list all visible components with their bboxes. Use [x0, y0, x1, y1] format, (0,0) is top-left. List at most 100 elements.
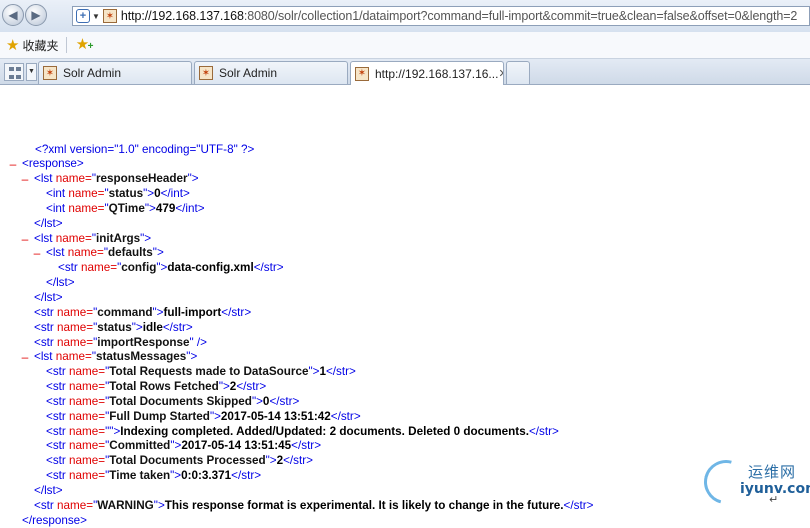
xml-line: <str name="Committed">2017-05-14 13:51:4…	[0, 439, 700, 454]
new-tab-button[interactable]	[506, 61, 530, 84]
tag-bracket: </	[175, 201, 186, 215]
tag-bracket: </	[34, 290, 45, 304]
url-text[interactable]: http://192.168.137.168:8080/solr/collect…	[121, 9, 797, 23]
collapse-toggle[interactable]: –	[20, 232, 30, 247]
tag-bracket: </	[34, 216, 45, 230]
attr-name: name=	[53, 498, 94, 512]
tag-bracket: <	[34, 498, 41, 512]
tab-bar: ▼ ✶ Solr Admin ✶ Solr Admin ✶ http://192…	[0, 59, 810, 85]
tab-solr-admin-1[interactable]: ✶ Solr Admin	[38, 61, 192, 84]
tag-bracket: >	[586, 498, 594, 512]
tag-bracket: </	[236, 380, 247, 394]
tag-name: str	[52, 409, 66, 423]
xml-line: <str name="command">full-import</str>	[0, 306, 700, 321]
attr-name: name=	[52, 350, 92, 364]
quick-tabs-button[interactable]	[4, 63, 24, 81]
element-text: full-import	[163, 305, 222, 319]
element-text: data-config.xml	[167, 261, 254, 275]
xml-line: <str name="Full Dump Started">2017-05-14…	[0, 410, 700, 425]
tag-bracket: <	[58, 261, 65, 275]
element-text: Indexing completed. Added/Updated: 2 doc…	[120, 424, 529, 438]
attr-name: name=	[52, 172, 92, 186]
tag-name: str	[279, 394, 293, 408]
tag-bracket: <	[46, 439, 53, 453]
favorites-bar: ★ 收藏夹 ★ +	[0, 32, 810, 59]
forward-button[interactable]: ▶	[25, 4, 47, 26]
tag-name: str	[231, 305, 245, 319]
collapse-toggle[interactable]: –	[20, 350, 30, 365]
tag-bracket: >	[306, 454, 313, 468]
attr-value: responseHeader	[95, 172, 188, 186]
favorites-star-icon[interactable]: ★	[6, 36, 19, 54]
xml-line: </lst>	[0, 291, 700, 306]
favorites-button[interactable]: 收藏夹	[22, 37, 58, 54]
tag-name: str	[64, 261, 78, 275]
tag-name: str	[52, 469, 66, 483]
tag-name: str	[301, 439, 315, 453]
back-button[interactable]: ◀	[2, 4, 24, 26]
address-bar: ◀ ▶ + ▼ ✶ http://192.168.137.168:8080/so…	[0, 0, 810, 32]
tag-bracket: <	[34, 305, 41, 319]
tag-name: str	[52, 424, 66, 438]
tag-name: lst	[40, 350, 53, 364]
url-input[interactable]: + ▼ ✶ http://192.168.137.168:8080/solr/c…	[72, 6, 810, 26]
xml-line: <str name="config">data-config.xml</str>	[0, 261, 700, 276]
tag-bracket: >	[80, 513, 87, 527]
tag-name: str	[52, 365, 66, 379]
tag-bracket: </	[231, 469, 242, 483]
xml-line: <str name="Total Documents Skipped">0</s…	[0, 395, 700, 410]
tab-solr-admin-2[interactable]: ✶ Solr Admin	[194, 61, 348, 84]
xml-document: <?xml version="1.0" encoding="UTF-8" ?> …	[0, 98, 700, 528]
tag-bracket: </	[46, 276, 57, 290]
site-favicon: ✶	[43, 66, 57, 80]
xml-line: <str name="Time taken">0:0:3.371</str>	[0, 469, 700, 484]
tag-bracket: <	[46, 246, 53, 260]
tag-bracket: <	[46, 469, 53, 483]
tag-name: str	[246, 380, 260, 394]
tag-bracket: >	[197, 201, 205, 215]
tag-bracket: </	[22, 513, 33, 527]
xml-line: <str name="WARNING">This response format…	[0, 499, 700, 514]
tag-bracket: >	[259, 380, 267, 394]
tag-name: str	[172, 320, 186, 334]
close-tab-icon[interactable]: ✕	[498, 67, 503, 80]
attr-value: Time taken	[109, 469, 171, 483]
site-favicon: ✶	[199, 66, 213, 80]
attr-name: name=	[65, 469, 106, 483]
tag-bracket: >	[135, 320, 143, 334]
attr-name: name=	[77, 261, 118, 275]
attr-name: name=	[53, 305, 94, 319]
tag-name: int	[52, 187, 66, 201]
tab-list-button[interactable]: ▼	[26, 63, 37, 81]
xml-line: </response>	[0, 514, 700, 528]
security-shield-icon[interactable]: +	[76, 9, 90, 23]
tag-bracket: </	[291, 439, 302, 453]
tag-bracket: <	[46, 409, 53, 423]
chevron-down-icon[interactable]: ▼	[92, 12, 100, 21]
tag-bracket: <	[46, 201, 53, 215]
tag-bracket: </	[253, 261, 264, 275]
element-text: idle	[142, 320, 163, 334]
tag-bracket: <	[46, 380, 53, 394]
site-favicon: ✶	[355, 66, 369, 81]
quick-tabs-icon-cell	[16, 74, 21, 79]
collapse-toggle[interactable]: –	[20, 172, 30, 187]
xml-line: <int name="QTime">479</int>	[0, 202, 700, 217]
collapse-toggle[interactable]: –	[8, 157, 18, 172]
url-host: http://192.168.137.168	[120, 9, 244, 23]
add-favorite-icon[interactable]: ★ +	[74, 37, 94, 53]
tag-bracket: >	[353, 409, 361, 423]
quick-tabs-icon-cell	[16, 67, 21, 71]
tag-bracket: </	[34, 483, 45, 497]
xml-line: <str name="importResponse" />	[0, 336, 700, 351]
tag-bracket: >	[55, 483, 63, 497]
tag-bracket: >	[55, 216, 63, 230]
quick-tabs-icon-cell	[9, 74, 14, 79]
attr-value: Committed	[109, 439, 171, 453]
attr-value: Total Documents Skipped	[109, 394, 252, 408]
tab-dataimport[interactable]: ✶ http://192.168.137.16... ✕	[350, 61, 504, 85]
attr-value: Total Documents Processed	[109, 454, 266, 468]
collapse-toggle[interactable]: –	[32, 246, 42, 261]
tag-name: str	[573, 498, 587, 512]
tag-name: response	[32, 513, 81, 527]
